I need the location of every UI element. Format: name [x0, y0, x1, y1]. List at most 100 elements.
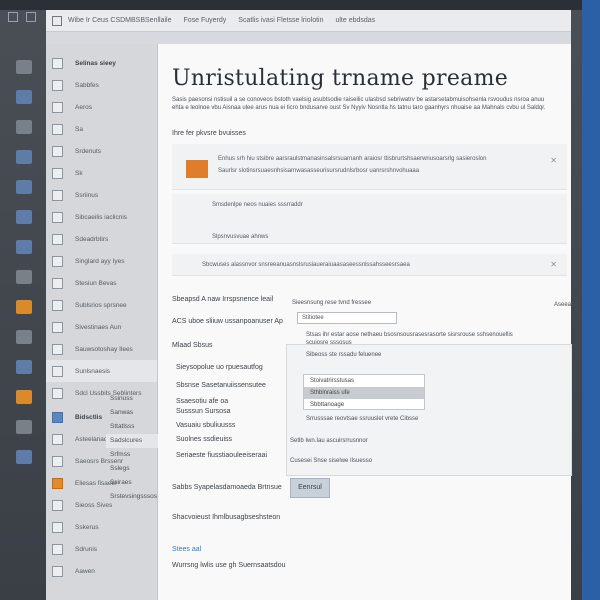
row-label[interactable]: Suolnes ssdieuiss — [176, 436, 232, 443]
list-option[interactable]: Stoivatrirsstusas — [304, 375, 424, 387]
titlebar-segment[interactable]: Wibe Ir Ceus CSDMBSBSenllaile — [68, 17, 171, 24]
titlebar-segment[interactable]: ulte ebdsdas — [335, 17, 375, 24]
panel-header-right[interactable]: Aseease — [554, 302, 577, 308]
app-icon — [52, 15, 62, 26]
folder-icon — [52, 233, 63, 245]
folder-icon — [52, 277, 63, 289]
folder-icon — [52, 433, 63, 445]
sidebar-item[interactable]: Sivestinaes Aun — [46, 316, 157, 338]
link[interactable]: Stees aal — [172, 546, 201, 553]
desktop-icon[interactable] — [16, 180, 32, 194]
card-line: Enhus srh hiu stsibre aarsraulstmanasins… — [218, 156, 487, 162]
settings-card[interactable]: Sbcwuses alassnvor snsreeanuasnslsrusiau… — [172, 254, 567, 276]
window-control-icon[interactable] — [26, 12, 36, 22]
sidebar-item[interactable]: Aeros — [46, 96, 157, 118]
row-label: ACS uboe sliiuw ussanpoanuser Ap — [172, 318, 283, 325]
card-line: Saurlsr slotinsrsuaesnhsisarnwasasseuris… — [218, 168, 420, 174]
close-icon[interactable]: ✕ — [550, 156, 557, 165]
sidebar-item-label: Sskerus — [75, 523, 99, 531]
desktop-icon[interactable] — [16, 420, 32, 434]
panel-text[interactable]: Setlb Iwn.Iau ascuirsrrusnnor — [290, 438, 368, 444]
section-heading: Ihre fer pkvsre bvuisses — [172, 130, 246, 137]
list-option[interactable]: Sbbttanoage — [304, 399, 424, 411]
sidebar-item[interactable]: Sibcaeilis iaclicnis — [46, 206, 157, 228]
document-icon — [52, 189, 63, 201]
sidebar-item-label: Stesiun Bevas — [75, 279, 117, 287]
desktop-icon[interactable] — [16, 150, 32, 164]
row-label: Sbeapsd A naw Irrspsnence leail — [172, 296, 274, 303]
sidebar-item-label: Singlard ayy Iyes — [75, 257, 125, 265]
window-controls — [8, 12, 36, 22]
list-option-selected[interactable]: Sthblnraiss ufe — [304, 387, 424, 399]
panel-header: Sieesnsung rese tvnd fressee — [292, 300, 372, 306]
folder-icon — [52, 455, 63, 467]
sidebar-item[interactable]: Sa — [46, 118, 157, 140]
row-label[interactable]: Sbsnse Sasetanuiissensutee — [176, 382, 266, 389]
row-label: Mlaad Sbsus — [172, 342, 213, 349]
desktop-icon[interactable] — [16, 450, 32, 464]
titlebar-segment[interactable]: Scatlis ivasi Fletsse lriolotin — [238, 17, 323, 24]
sidebar-item[interactable]: Sdeadrbtirs — [46, 228, 157, 250]
card-icon — [186, 160, 208, 178]
panel-text: scuiosre sssosus — [306, 340, 352, 346]
sidebar-item[interactable]: Selinas sieey — [46, 52, 157, 74]
folder-icon — [52, 79, 63, 91]
desktop-icon[interactable] — [16, 120, 32, 134]
folder-icon — [52, 565, 63, 577]
sidebar-item-label: Sk — [75, 169, 83, 177]
folder-icon — [52, 411, 63, 423]
sidebar-item-label: Selinas sieey — [75, 59, 116, 67]
sidebar-item[interactable]: Sdrunis — [46, 538, 157, 560]
options-list[interactable]: Stoivatrirsstusas Sthblnraiss ufe Sbbtta… — [303, 374, 425, 410]
sidebar-item[interactable]: Sskerus — [46, 516, 157, 538]
sidebar-item[interactable]: Stesiun Bevas — [46, 272, 157, 294]
panel-text[interactable]: Cusesei Snse siselwe Ilsuesso — [290, 458, 372, 464]
desktop-icon[interactable] — [16, 270, 32, 284]
sidebar-item[interactable]: Sauwsotoshay Ilees — [46, 338, 157, 360]
sidebar-item[interactable]: Ssriinus — [46, 184, 157, 206]
close-icon[interactable]: ✕ — [550, 260, 557, 269]
desktop-icon[interactable] — [16, 240, 32, 254]
sidebar-item-label: Bidsctlis — [75, 413, 103, 421]
ok-button[interactable]: Eenrsul — [290, 478, 330, 498]
card-line: Sbcwuses alassnvor snsreeanuasnslsrusiau… — [202, 262, 410, 268]
gear-icon — [52, 57, 63, 69]
folder-icon — [52, 211, 63, 223]
sidebar-item[interactable]: Sublsrios sprsnee — [46, 294, 157, 316]
titlebar-segment[interactable]: Fose Fuyerdy — [183, 17, 226, 24]
sidebar-item[interactable]: Singlard ayy Iyes — [46, 250, 157, 272]
sidebar-item[interactable]: Aawen — [46, 560, 157, 582]
desktop-icon[interactable] — [16, 300, 32, 314]
folder-icon — [52, 299, 63, 311]
desktop-icon[interactable] — [16, 60, 32, 74]
desktop-icon[interactable] — [16, 330, 32, 344]
sidebar-item[interactable]: Srdenuts — [46, 140, 157, 162]
sidebar-item[interactable]: Sabbfes — [46, 74, 157, 96]
folder-icon — [52, 255, 63, 267]
document-icon — [52, 123, 63, 135]
sidebar-item-label: Sdrunis — [75, 545, 98, 553]
folder-icon — [52, 365, 63, 377]
sidebar-item-selected[interactable]: Sunlsnaesis — [46, 360, 157, 382]
settings-card[interactable]: Enhus srh hiu stsibre aarsraulstmanasins… — [172, 144, 567, 190]
folder-icon — [52, 343, 63, 355]
row-label[interactable]: Susssun Sursosa — [176, 408, 230, 415]
sidebar-item-label: Sublsrios sprsnee — [75, 301, 127, 309]
desktop-icon[interactable] — [16, 360, 32, 374]
desktop-icon[interactable] — [16, 90, 32, 104]
window-control-icon[interactable] — [8, 12, 18, 22]
folder-icon — [52, 477, 63, 489]
settings-card[interactable]: Smsdenlpe neos nuaies sssrraddr Slpsnvus… — [172, 194, 567, 244]
row-label[interactable]: Seriaeste fiusstiaouleeiseraai — [176, 452, 267, 459]
desktop-icon[interactable] — [16, 390, 32, 404]
card-line: Slpsnvusvuae ahnws — [212, 234, 269, 240]
desktop-icon[interactable] — [16, 210, 32, 224]
window-titlebar: Wibe Ir Ceus CSDMBSBSenllaile Fose Fuyer… — [46, 10, 571, 32]
folder-icon — [52, 499, 63, 511]
row-label: Wurrsng lwlis use gh Suernsaatsdou — [172, 562, 286, 569]
panel-input[interactable]: Stitiotee — [297, 312, 397, 324]
sidebar-item-label: Sibcaeilis iaclicnis — [75, 213, 128, 221]
row-label[interactable]: Ssaesotiu afe oa — [176, 398, 228, 405]
sidebar-item[interactable]: Sk — [46, 162, 157, 184]
row-label[interactable]: Vasuaiu sbuliuusss — [176, 422, 235, 429]
